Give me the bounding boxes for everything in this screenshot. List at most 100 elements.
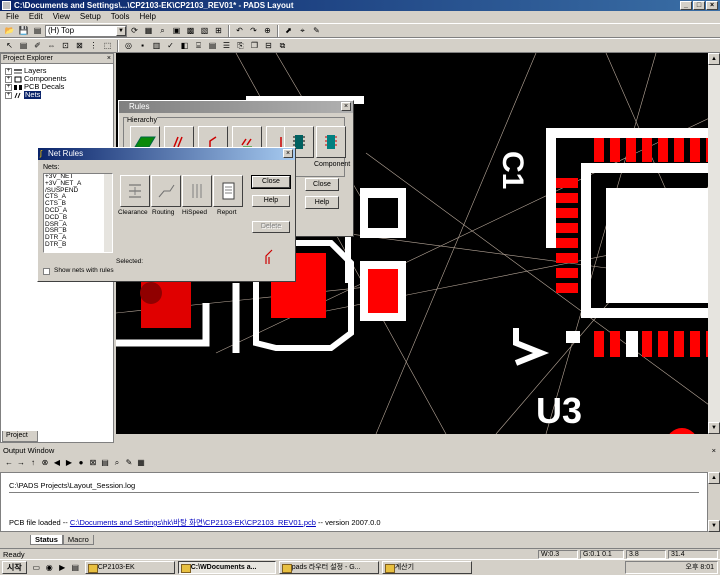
print-icon[interactable]: ▤ bbox=[100, 458, 110, 468]
menu-help[interactable]: Help bbox=[139, 11, 155, 23]
save-icon[interactable]: 💾 bbox=[17, 25, 30, 37]
find-icon[interactable]: ⌕ bbox=[112, 458, 122, 468]
select-icon[interactable]: ⬈ bbox=[282, 25, 295, 37]
list-item[interactable]: DTR_B bbox=[44, 241, 112, 249]
layer-select[interactable]: (H) Top ▼ bbox=[45, 24, 127, 37]
minimize-button[interactable]: _ bbox=[680, 1, 692, 10]
window-icon[interactable]: ❐ bbox=[248, 40, 261, 52]
undo-icon[interactable]: ↶ bbox=[233, 25, 246, 37]
grid-icon[interactable]: ▩ bbox=[184, 25, 197, 37]
arrow-up-icon[interactable]: ↑ bbox=[28, 458, 38, 468]
tab-project[interactable]: Project bbox=[2, 431, 38, 442]
menu-setup[interactable]: Setup bbox=[80, 11, 101, 23]
open-icon[interactable]: 📂 bbox=[3, 25, 16, 37]
task-button-active[interactable]: C:\WDocuments a... bbox=[177, 561, 276, 574]
edit-icon[interactable]: ✎ bbox=[124, 458, 134, 468]
cascade-icon[interactable]: ⧉ bbox=[276, 40, 289, 52]
macro-icon[interactable]: ⎘ bbox=[234, 40, 247, 52]
back-icon[interactable]: ◀ bbox=[52, 458, 62, 468]
wizard-icon[interactable]: ✎ bbox=[310, 25, 323, 37]
folder-icon[interactable]: ▤ bbox=[69, 562, 82, 574]
drafting-icon[interactable]: ✐ bbox=[31, 40, 44, 52]
net-rules-delete-button[interactable]: Delete bbox=[252, 221, 290, 233]
report-button[interactable] bbox=[213, 175, 243, 207]
board-icon[interactable]: ▣ bbox=[170, 25, 183, 37]
tab-macro[interactable]: Macro bbox=[62, 535, 94, 545]
menu-view[interactable]: View bbox=[53, 11, 70, 23]
expand-icon[interactable]: + bbox=[5, 83, 12, 91]
scroll-down-icon[interactable]: ▼ bbox=[708, 422, 720, 434]
menu-tools[interactable]: Tools bbox=[111, 11, 130, 23]
tab-status[interactable]: Status bbox=[30, 535, 63, 545]
media-icon[interactable]: ▶ bbox=[56, 562, 69, 574]
net-rules-close-button[interactable]: Close bbox=[251, 175, 291, 189]
plane-icon[interactable]: ▥ bbox=[150, 40, 163, 52]
clearance-button[interactable] bbox=[120, 175, 150, 207]
arrow-left-icon[interactable]: ← bbox=[4, 458, 14, 468]
stop-icon[interactable]: ⊗ bbox=[40, 458, 50, 468]
net-rules-help-button[interactable]: Help bbox=[252, 195, 290, 207]
record-icon[interactable]: ● bbox=[76, 458, 86, 468]
menu-edit[interactable]: Edit bbox=[29, 11, 43, 23]
eco-icon[interactable]: ⊠ bbox=[73, 40, 86, 52]
rules-close-button[interactable]: Close bbox=[305, 178, 339, 191]
tile-icon[interactable]: ⊟ bbox=[262, 40, 275, 52]
cam-icon[interactable]: ◧ bbox=[178, 40, 191, 52]
via-icon[interactable]: ◎ bbox=[122, 40, 135, 52]
close-icon[interactable]: × bbox=[341, 102, 351, 111]
canvas-vertical-scrollbar[interactable]: ▲ ▼ bbox=[708, 53, 720, 434]
nets-listbox[interactable]: +3V_NET +3V_NET_A /SUSPEND CTS_A CTS_B D… bbox=[43, 173, 113, 253]
pad-icon[interactable]: ▪ bbox=[136, 40, 149, 52]
expand-icon[interactable]: + bbox=[5, 91, 12, 99]
router-icon[interactable]: ⬚ bbox=[101, 40, 114, 52]
close-icon[interactable]: × bbox=[107, 54, 111, 64]
layer-icon[interactable]: ▦ bbox=[142, 25, 155, 37]
menu-file[interactable]: File bbox=[6, 11, 19, 23]
play-icon[interactable]: ▶ bbox=[64, 458, 74, 468]
rules-help-button[interactable]: Help bbox=[305, 196, 339, 209]
scroll-up-icon[interactable]: ▲ bbox=[708, 472, 720, 484]
clear-icon[interactable]: ⊠ bbox=[88, 458, 98, 468]
component-rules-button[interactable] bbox=[316, 126, 346, 158]
bga-icon[interactable]: ⋮ bbox=[87, 40, 100, 52]
properties-icon[interactable]: ▤ bbox=[17, 40, 30, 52]
output-text-area[interactable]: C:\PADS Projects\Layout_Session.log PCB … bbox=[0, 472, 708, 532]
route-icon[interactable]: ⊞ bbox=[212, 25, 225, 37]
scroll-down-icon[interactable]: ▼ bbox=[708, 520, 720, 532]
output-file-link[interactable]: C:\Documents and Settings\hk\바탕 화면\CP210… bbox=[70, 518, 316, 527]
dimension-icon[interactable]: ⇔ bbox=[45, 40, 58, 52]
find-icon[interactable]: ⌖ bbox=[296, 25, 309, 37]
expand-icon[interactable]: + bbox=[5, 67, 12, 75]
nets-list-scrollbar[interactable] bbox=[104, 174, 112, 252]
zoom-in-icon[interactable]: ⊕ bbox=[261, 25, 274, 37]
pointer-icon[interactable]: ↖ bbox=[3, 40, 16, 52]
hispeed-button[interactable] bbox=[182, 175, 212, 207]
design-icon[interactable]: ⊡ bbox=[59, 40, 72, 52]
zoom-icon[interactable]: ⌕ bbox=[156, 25, 169, 37]
task-button[interactable]: CP2103-EK bbox=[84, 561, 175, 574]
report-icon[interactable]: ☰ bbox=[220, 40, 233, 52]
arrow-right-icon[interactable]: → bbox=[16, 458, 26, 468]
close-icon[interactable]: × bbox=[712, 445, 716, 456]
expand-icon[interactable]: + bbox=[5, 75, 12, 83]
chevron-down-icon[interactable]: ▼ bbox=[116, 25, 126, 36]
tree-item-nets[interactable]: + Nets bbox=[1, 91, 113, 99]
redo-icon[interactable]: ↷ bbox=[247, 25, 260, 37]
show-nets-checkbox[interactable] bbox=[43, 268, 50, 275]
grid-icon[interactable]: ▦ bbox=[136, 458, 146, 468]
close-icon[interactable]: × bbox=[283, 149, 293, 158]
task-button[interactable]: pads 라우터 설정 - G... bbox=[278, 561, 379, 574]
verify-icon[interactable]: ✓ bbox=[164, 40, 177, 52]
refresh-icon[interactable]: ⟳ bbox=[128, 25, 141, 37]
task-button[interactable]: 계산기 bbox=[381, 561, 472, 574]
library-icon[interactable]: ▤ bbox=[206, 40, 219, 52]
browser-icon[interactable]: ◉ bbox=[43, 562, 56, 574]
scroll-up-icon[interactable]: ▲ bbox=[708, 53, 720, 65]
print-icon[interactable]: ▤ bbox=[31, 25, 44, 37]
desktop-icon[interactable]: ▭ bbox=[30, 562, 43, 574]
routing-button[interactable] bbox=[151, 175, 181, 207]
close-window-button[interactable]: × bbox=[706, 1, 718, 10]
analysis-icon[interactable]: ⌸ bbox=[192, 40, 205, 52]
start-button[interactable]: 시작 bbox=[2, 561, 27, 574]
tree-item-pcb-decals[interactable]: + PCB Decals bbox=[1, 83, 113, 91]
